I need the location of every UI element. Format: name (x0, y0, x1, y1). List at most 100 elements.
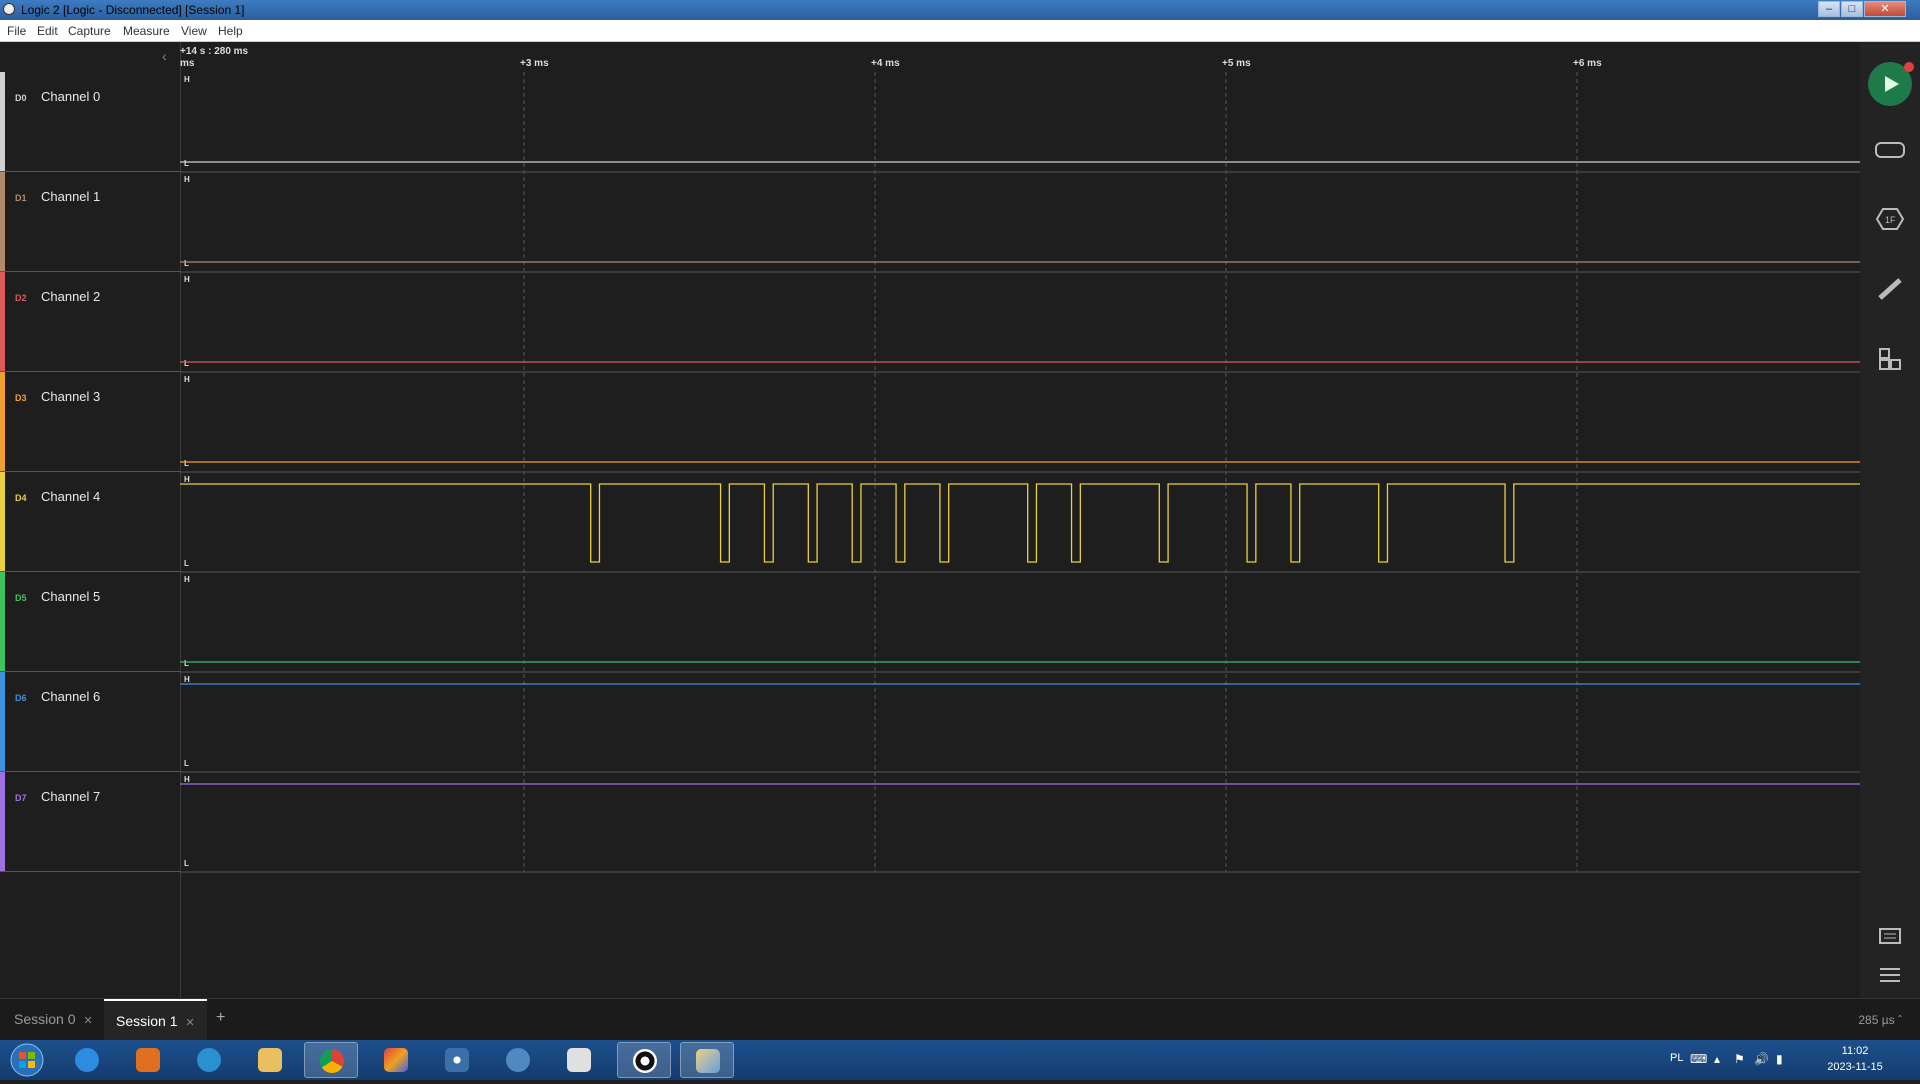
zoom-level[interactable]: 285 µs ˆ (1858, 1013, 1902, 1027)
menu-bar: File Edit Capture Measure View Help (0, 20, 1920, 42)
level-low-label: L (184, 359, 189, 368)
start-icon[interactable] (4, 1041, 50, 1079)
analyzer-icon[interactable]: 1F (1875, 204, 1905, 234)
channel-name[interactable]: Channel 5 (41, 589, 100, 604)
minimize-button[interactable]: – (1818, 1, 1840, 17)
channel-color-bar (0, 572, 5, 671)
window-title: Logic 2 [Logic - Disconnected] [Session … (21, 3, 245, 17)
waveform-area[interactable]: +14 s : 280 ms ms +3 ms +4 ms +5 ms +6 m… (180, 42, 1860, 998)
level-low-label: L (184, 759, 189, 768)
channel-name[interactable]: Channel 3 (41, 389, 100, 404)
tab-label: Session 1 (116, 1013, 178, 1029)
clock-time[interactable]: 11:02 (1810, 1045, 1900, 1057)
logic-icon[interactable] (617, 1042, 671, 1078)
level-low-label: L (184, 559, 189, 568)
maximize-button[interactable]: □ (1841, 1, 1863, 17)
level-high-label: H (184, 75, 190, 84)
level-high-label: H (184, 175, 190, 184)
extensions-icon[interactable] (1875, 344, 1905, 374)
keyboard-icon[interactable]: ⌨ (1690, 1052, 1707, 1066)
device-icon[interactable] (1875, 134, 1905, 164)
media-player-icon[interactable] (121, 1042, 175, 1078)
chrome-icon[interactable] (304, 1042, 358, 1078)
add-tab-button[interactable]: + (216, 1009, 225, 1027)
channel-row-0[interactable]: D0 Channel 0 (0, 72, 180, 172)
close-tab-icon[interactable]: ✕ (83, 1015, 92, 1027)
waveform-canvas[interactable]: HLHLHLHLHLHLHLHL (180, 42, 1860, 998)
channel-color-bar (0, 772, 5, 871)
channel-row-4[interactable]: D4 Channel 4 (0, 472, 180, 572)
channel-tag: D4 (15, 493, 27, 503)
file-explorer-icon[interactable] (243, 1042, 297, 1078)
level-high-label: H (184, 775, 190, 784)
level-low-label: L (184, 659, 189, 668)
channel-color-bar (0, 672, 5, 771)
channel-row-5[interactable]: D5 Channel 5 (0, 572, 180, 672)
channel-name[interactable]: Channel 4 (41, 489, 100, 504)
channel-row-7[interactable]: D7 Channel 7 (0, 772, 180, 872)
level-high-label: H (184, 675, 190, 684)
channel-tag: D3 (15, 393, 27, 403)
channel-name[interactable]: Channel 7 (41, 789, 100, 804)
measure-icon[interactable] (1875, 274, 1905, 304)
channel-row-6[interactable]: D6 Channel 6 (0, 672, 180, 772)
video-editor-icon[interactable] (552, 1042, 606, 1078)
channel-signal (180, 483, 1860, 563)
volume-icon[interactable]: 🔊 (1754, 1052, 1769, 1066)
tab-label: Session 0 (14, 1011, 76, 1027)
session-tab-bar: Session 0 ✕ Session 1 ✕ + 285 µs ˆ (0, 998, 1920, 1042)
channel-row-2[interactable]: D2 Channel 2 (0, 272, 180, 372)
mu-editor-icon[interactable] (491, 1042, 545, 1078)
level-low-label: L (184, 459, 189, 468)
network-icon[interactable]: ▮ (1776, 1052, 1790, 1066)
channel-name[interactable]: Channel 2 (41, 289, 100, 304)
channel-tag: D7 (15, 793, 27, 803)
channel-color-bar (0, 472, 5, 571)
menu-file[interactable]: File (7, 24, 26, 38)
right-toolbar: 1F (1860, 42, 1920, 998)
collapse-panel-icon[interactable]: ‹ (162, 48, 167, 64)
level-low-label: L (184, 859, 189, 868)
channel-name[interactable]: Channel 1 (41, 189, 100, 204)
clock-date[interactable]: 2023-11-15 (1810, 1061, 1900, 1073)
logic-app: ‹ D0 Channel 0 D1 Channel 1 D2 Channel 2… (0, 42, 1920, 1042)
channel-tag: D0 (15, 93, 27, 103)
notes-icon[interactable] (1875, 922, 1905, 952)
channel-name[interactable]: Channel 0 (41, 89, 100, 104)
paint-app-icon[interactable] (369, 1042, 423, 1078)
language-indicator[interactable]: PL (1670, 1052, 1683, 1064)
internet-explorer-icon[interactable] (60, 1042, 114, 1078)
menu-edit[interactable]: Edit (37, 24, 58, 38)
tab-session-1[interactable]: Session 1 ✕ (104, 999, 207, 1042)
show-hidden-icons-icon[interactable]: ▴ (1714, 1052, 1728, 1066)
channel-row-3[interactable]: D3 Channel 3 (0, 372, 180, 472)
level-high-label: H (184, 475, 190, 484)
action-center-flag-icon[interactable]: ⚑ (1734, 1052, 1748, 1066)
channel-name[interactable]: Channel 6 (41, 689, 100, 704)
dots-app-icon[interactable] (430, 1042, 484, 1078)
browser-icon[interactable] (182, 1042, 236, 1078)
menu-capture[interactable]: Capture (68, 24, 111, 38)
level-high-label: H (184, 575, 190, 584)
paint-icon[interactable] (680, 1042, 734, 1078)
channel-tag: D5 (15, 593, 27, 603)
menu-measure[interactable]: Measure (123, 24, 170, 38)
channel-panel: ‹ D0 Channel 0 D1 Channel 1 D2 Channel 2… (0, 42, 181, 998)
window-titlebar: Logic 2 [Logic - Disconnected] [Session … (0, 0, 1920, 20)
level-low-label: L (184, 159, 189, 168)
record-indicator (1904, 62, 1914, 72)
channel-row-1[interactable]: D1 Channel 1 (0, 172, 180, 272)
close-button[interactable]: ✕ (1864, 1, 1906, 17)
menu-view[interactable]: View (181, 24, 207, 38)
menu-icon[interactable] (1875, 960, 1905, 990)
svg-text:1F: 1F (1885, 215, 1896, 225)
menu-help[interactable]: Help (218, 24, 243, 38)
close-tab-icon[interactable]: ✕ (185, 1017, 194, 1029)
channel-color-bar (0, 372, 5, 471)
channel-color-bar (0, 172, 5, 271)
windows-taskbar: PL ⌨ ▴ ⚑ 🔊 ▮ 11:02 2023-11-15 (0, 1040, 1920, 1080)
tab-session-0[interactable]: Session 0 ✕ (14, 999, 93, 1040)
play-icon[interactable] (1868, 62, 1914, 106)
zoom-level-value: 285 µs (1858, 1013, 1895, 1027)
channel-tag: D2 (15, 293, 27, 303)
